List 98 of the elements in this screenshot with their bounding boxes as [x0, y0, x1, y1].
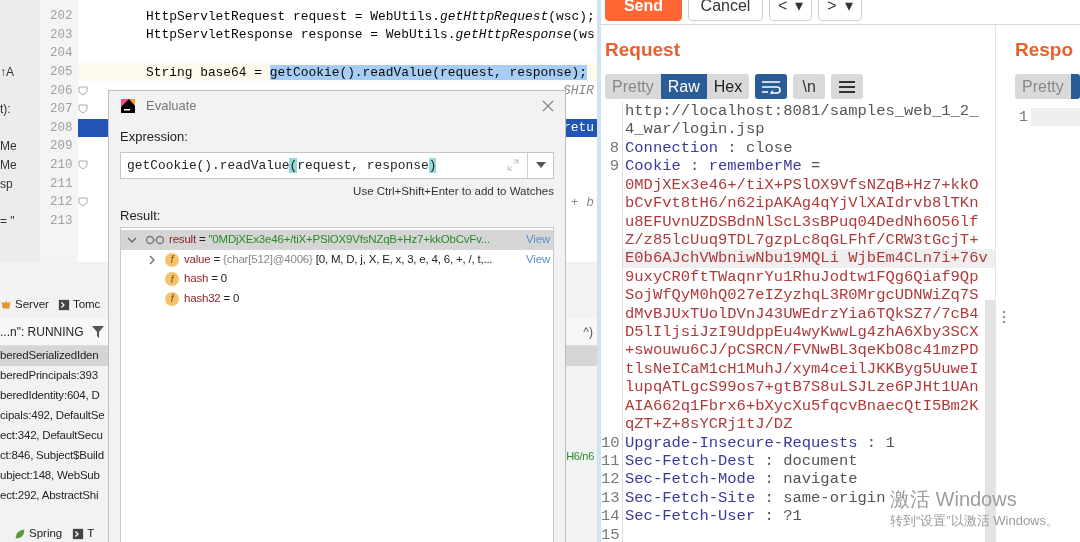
- code-fragment: + b: [570, 194, 595, 210]
- line-number: 9: [609, 157, 619, 176]
- tree-row[interactable]: result = "0MDjXEx3e46+/tiX+PSlOX9VfsNZqB+Hz7+kkObCvFv... View: [121, 230, 553, 250]
- request-line: Sec-Fetch-Mode : navigate: [625, 470, 858, 489]
- line-number: 11: [601, 452, 620, 470]
- stack-frame[interactable]: beredPrincipals:393: [0, 367, 98, 385]
- tree-row[interactable]: f hash32 = 0: [121, 288, 553, 309]
- line-number: 202: [50, 9, 73, 24]
- line-number: 213: [50, 213, 73, 228]
- request-line: dMvBJUxTUolDVnJ43UWEdrzYia6TQkSZ7/7cB4: [625, 304, 979, 323]
- variable-text: ^): [583, 323, 593, 341]
- side-panel-text: = ": [0, 212, 15, 230]
- brace-highlight: ): [428, 157, 437, 173]
- stack-frame[interactable]: ect:342, DefaultSecu: [0, 427, 103, 445]
- request-line: SojWfQyM0hQ027eIZyzhqL3R0MrgcUDNWiZq7S: [625, 286, 979, 305]
- request-line: AIA662q1Fbrx6+bXycXu5fqcvBnaecQtI5Bm2K: [625, 396, 979, 415]
- line-number: 211: [50, 176, 73, 191]
- request-line: Sec-Fetch-User : ?1: [625, 507, 802, 526]
- line-number: 210: [50, 158, 73, 173]
- line-number: 203: [50, 27, 73, 42]
- request-line: D5lIljsiJzI9UdppEu4wyKwwLg4zhA6Xby3SCX: [625, 323, 979, 342]
- field-icon: f: [165, 272, 179, 286]
- code-line: String base64 = getCookie().readValue(request, response);: [146, 64, 587, 80]
- request-line: 4_war/login.jsp: [625, 120, 765, 139]
- request-line: E0b6AJchVWbniwNbu19MQLi WjbEm4CLn7i+76v: [625, 249, 988, 268]
- field-label: Expression:: [120, 128, 189, 146]
- history-button[interactable]: > ▾: [818, 0, 862, 21]
- request-line: +swouwu6CJ/pCSRCN/FVNwBL3qeKbO8c41mzPD: [625, 341, 979, 360]
- activation-title: 激活 Windows: [890, 487, 1018, 511]
- request-line: Upgrade-Insecure-Requests : 1: [625, 433, 895, 452]
- code-line: HttpServletRequest request = WebUtils.getHttpRequest(wsc);: [146, 8, 595, 24]
- request-line: 9uxyCR0ftTWaqnrYu1RhuJodtw1FQg6Qiaf9Qp: [625, 267, 979, 286]
- panel-title: Request: [605, 39, 681, 61]
- brace-highlight: (: [289, 157, 298, 173]
- field-icon: f: [165, 291, 179, 306]
- variable-text: H6/n6: [566, 448, 594, 464]
- toolbar-button[interactable]: Cancel: [688, 0, 763, 21]
- line-number: 206: [50, 83, 73, 98]
- panel-title: Respo: [1015, 39, 1075, 61]
- stack-frame[interactable]: beredSerializedIden: [0, 347, 99, 365]
- side-panel-text: Me: [0, 138, 17, 156]
- tree-entry: hash = 0: [184, 271, 227, 287]
- request-line: http://localhost:8081/samples_web_1_2_: [625, 102, 979, 120]
- dialog-title: Evaluate: [146, 97, 197, 116]
- request-line: bCvFvt8tH6/n62ipAKAg4qYjVlXAIdrvb8lTKn: [625, 194, 979, 213]
- line-number: 10: [601, 433, 620, 452]
- activation-subtitle: 转到“设置”以激活 Windows。: [890, 512, 1059, 530]
- request-line: Sec-Fetch-Site : same-origin: [625, 488, 886, 507]
- request-line: lupqATLgcS99os7+gtB7S8uLSJLze6PJHt1UAn: [625, 378, 979, 397]
- panel-tab[interactable]: Tomc: [57, 296, 101, 314]
- result-label: Result:: [120, 206, 162, 225]
- line-number: 8: [609, 138, 619, 157]
- line-number: 207: [50, 102, 73, 117]
- side-panel-text: t):: [0, 101, 11, 119]
- process-status: ...n": RUNNING: [0, 323, 84, 341]
- field-icon: f: [165, 252, 179, 267]
- tree-entry: value = {char[512]@4006} [0, M, D, j, X, E, x, 3, e, 4, 6, +, /, t,...: [184, 251, 493, 267]
- stack-frame[interactable]: ubject:148, WebSub: [0, 467, 100, 485]
- line-number: 204: [50, 46, 73, 61]
- tree-row[interactable]: f value = {char[512]@4006} [0, M, D, j, X, E, x, 3, e, 4, 6, +, /, t,... View: [121, 249, 553, 270]
- line-number: 12: [601, 470, 620, 489]
- request-line: Sec-Fetch-Dest : document: [625, 452, 858, 470]
- tree-entry: result = "0MDjXEx3e46+/tiX+PSlOX9VfsNZqB+Hz7+kkObCvFv...: [169, 232, 490, 248]
- tree-row[interactable]: f hash = 0: [121, 269, 553, 289]
- request-line: Z/z85lcUuq9TDL7gzpLc8qGLFhf/CRW3tGcjT+: [625, 230, 979, 249]
- request-line: Connection : close: [625, 138, 793, 157]
- side-panel-text: ↑A: [0, 64, 14, 82]
- side-panel-text: Me: [0, 157, 17, 175]
- request-line: 0MDjXEx3e46+/tiX+PSlOX9VfsNZqB+Hz7+kkO: [625, 175, 979, 194]
- request-line: Cookie : rememberMe =: [625, 157, 821, 176]
- code-line: HttpServletResponse response = WebUtils.getHttpResponse(ws: [146, 27, 595, 43]
- stack-frame[interactable]: ect:292, AbstractShi: [0, 487, 99, 505]
- line-number: 1: [1018, 108, 1028, 126]
- newline-toggle[interactable]: \n: [793, 74, 826, 99]
- line-number: 212: [50, 195, 73, 210]
- panel-tab[interactable]: Server: [0, 296, 49, 314]
- stack-frame[interactable]: beredIdentity:604, D: [0, 387, 100, 405]
- request-line: qZT+Z+8sYCRj1tJ/DZ: [625, 415, 793, 434]
- stack-frame[interactable]: ct:846, Subject$Build: [0, 447, 104, 465]
- request-line: tlsNeICaM1cH1MuhJ/xym4ceilJKKByg5UuweI: [625, 359, 979, 378]
- expression-field[interactable]: getCookie().readValue(request, response): [120, 151, 554, 179]
- request-line: u8EFUvnUZDSBdnNlScL3sBPuq04DedNh6O56lf: [625, 212, 979, 231]
- panel-tab[interactable]: Spring: [14, 525, 63, 542]
- line-number: 208: [50, 120, 73, 135]
- line-number: 13: [601, 488, 620, 507]
- history-button[interactable]: < ▾: [769, 0, 813, 21]
- side-panel-text: sp: [0, 175, 13, 193]
- line-number: 209: [50, 139, 73, 154]
- line-number: 15: [601, 525, 620, 542]
- tree-entry: hash32 = 0: [184, 290, 240, 306]
- view-tab[interactable]: Hex: [706, 74, 750, 99]
- line-number: 205: [50, 65, 73, 80]
- stack-frame[interactable]: cipals:492, DefaultSe: [0, 407, 105, 425]
- hint-text: Use Ctrl+Shift+Enter to add to Watches: [352, 183, 554, 199]
- line-number: 14: [601, 507, 620, 526]
- view-tab[interactable]: Raw: [660, 74, 707, 99]
- panel-tab[interactable]: T: [72, 525, 95, 542]
- code-fragment: SHIR: [563, 83, 595, 99]
